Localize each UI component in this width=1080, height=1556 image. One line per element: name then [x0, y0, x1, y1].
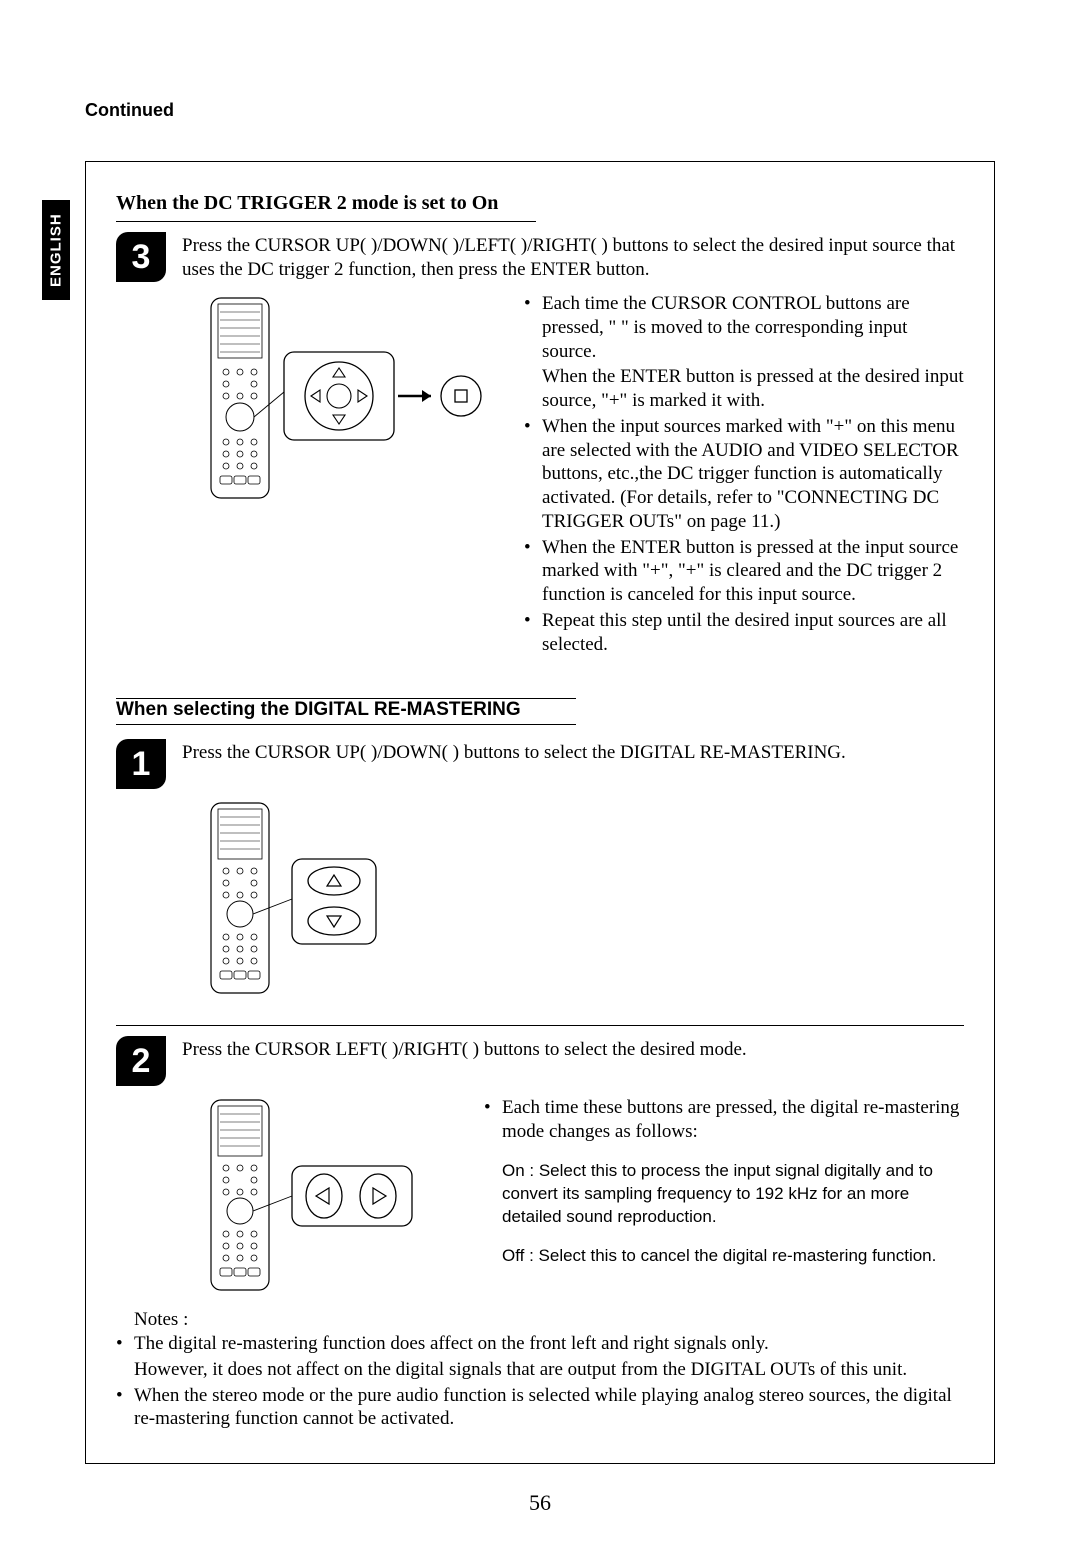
bullet-item: Each time the CURSOR CONTROL buttons are… — [524, 292, 964, 363]
section-b-heading: When selecting the DIGITAL RE-MASTERING — [116, 699, 521, 724]
divider — [116, 221, 536, 222]
divider — [116, 1025, 964, 1026]
remote-updown-figure — [206, 799, 436, 999]
step-2-bullets: Each time these buttons are pressed, the… — [484, 1096, 964, 1144]
bullet-item: Each time these buttons are pressed, the… — [484, 1096, 964, 1144]
section-b-heading-wrap: When selecting the DIGITAL RE-MASTERING — [116, 698, 576, 725]
remote-dpad-enter-figure — [206, 292, 496, 512]
note-item: When the stereo mode or the pure audio f… — [116, 1384, 964, 1432]
language-tab: ENGLISH — [42, 200, 70, 300]
step-1-text: Press the CURSOR UP( )/DOWN( ) buttons t… — [182, 739, 846, 765]
notes-label: Notes : — [116, 1308, 964, 1332]
bullet-item: When the ENTER button is pressed at the … — [524, 536, 964, 607]
bullet-continuation: When the ENTER button is pressed at the … — [524, 365, 964, 413]
mode-on-text: On : Select this to process the input si… — [484, 1160, 964, 1229]
step-badge-2: 2 — [116, 1036, 166, 1086]
section-a-heading: When the DC TRIGGER 2 mode is set to On — [116, 192, 964, 215]
mode-off-text: Off : Select this to cancel the digital … — [484, 1245, 964, 1268]
bullet-item: When the input sources marked with "+" o… — [524, 415, 964, 534]
note-continuation: However, it does not affect on the digit… — [116, 1358, 964, 1382]
step-3-text: Press the CURSOR UP( )/DOWN( )/LEFT( )/R… — [182, 232, 964, 282]
step-badge-3: 3 — [116, 232, 166, 282]
step-1: 1 Press the CURSOR UP( )/DOWN( ) buttons… — [116, 739, 964, 789]
remote-leftright-figure — [206, 1096, 456, 1296]
notes-block: Notes : The digital re-mastering functio… — [116, 1308, 964, 1431]
step-2-text: Press the CURSOR LEFT( )/RIGHT( ) button… — [182, 1036, 747, 1062]
bullet-item: Repeat this step until the desired input… — [524, 609, 964, 657]
section-a-bullets: Each time the CURSOR CONTROL buttons are… — [524, 292, 964, 658]
step-2: 2 Press the CURSOR LEFT( )/RIGHT( ) butt… — [116, 1036, 964, 1086]
step-3: 3 Press the CURSOR UP( )/DOWN( )/LEFT( )… — [116, 232, 964, 282]
note-item: The digital re-mastering function does a… — [116, 1332, 964, 1356]
content-border: When the DC TRIGGER 2 mode is set to On … — [85, 161, 995, 1464]
continued-label: Continued — [85, 100, 995, 121]
step-badge-1: 1 — [116, 739, 166, 789]
page-number: 56 — [85, 1490, 995, 1516]
